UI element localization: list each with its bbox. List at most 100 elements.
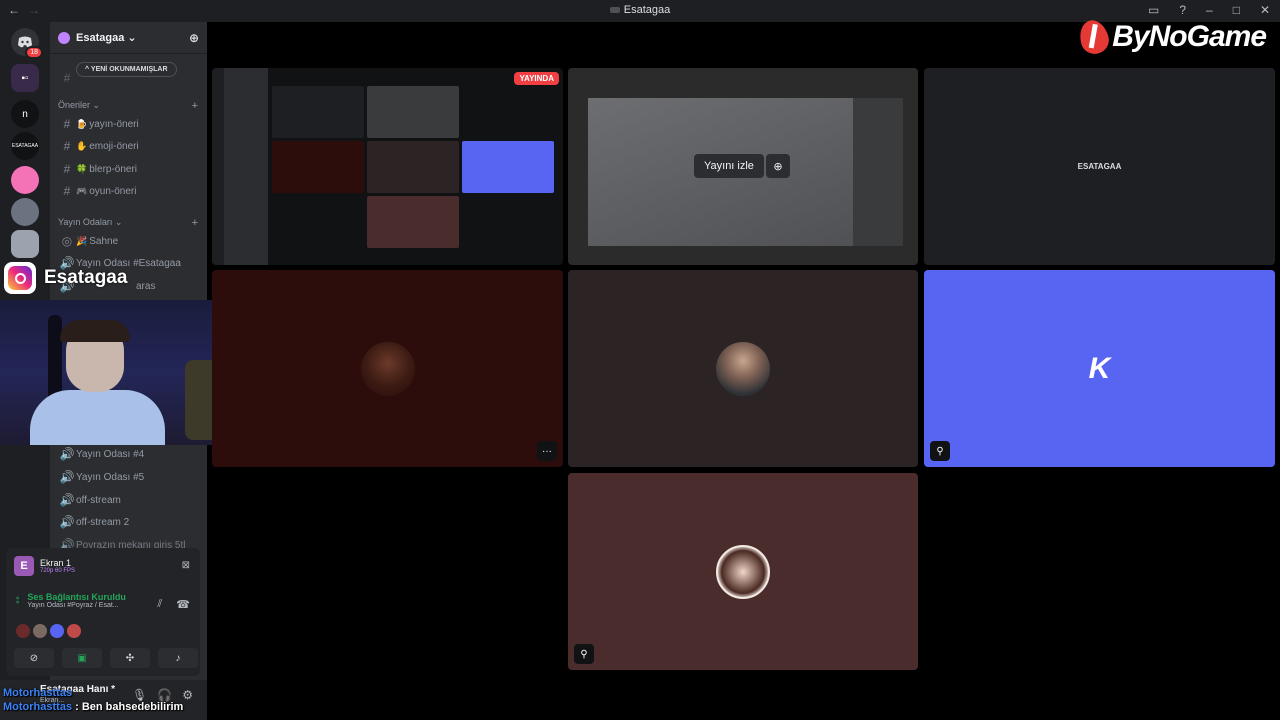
channel-name: aras [136, 280, 156, 292]
add-channel-icon[interactable]: + [192, 217, 198, 229]
avatar[interactable] [16, 624, 30, 638]
soundboard-icon: ♪ [175, 652, 181, 664]
channel-item-blerp-oneri[interactable]: # 🍀 blerp-öneri [58, 159, 200, 179]
stream-tile-game-preview[interactable]: Yayını izle ⊕ [568, 68, 918, 265]
minimize-icon[interactable]: – [1206, 3, 1213, 17]
mini-rail [212, 68, 224, 265]
server-icon-anime[interactable] [11, 166, 39, 194]
avatar [716, 341, 770, 396]
screen-share-button[interactable]: ▣ [62, 648, 102, 668]
connection-status[interactable]: Ses Bağlantısı Kuruldu [27, 592, 126, 602]
streaming-icon: ⚲ [930, 441, 950, 461]
mini-tile [462, 141, 554, 193]
mini-tile [367, 86, 459, 138]
connection-channel[interactable]: Yayın Odası #Poyraz / Esat... [27, 602, 126, 609]
stream-tile-discord-screen[interactable]: YAYINDA [212, 68, 563, 265]
help-icon[interactable]: ? [1179, 3, 1186, 17]
user-tile-esatagaa[interactable]: ESATAGAA [924, 68, 1275, 265]
activities-icon: ✣ [125, 652, 135, 664]
title-bar: ← → Esatagaa ▭ ? – □ ✕ [0, 0, 1280, 22]
channel-name: off-stream [76, 494, 121, 506]
channel-item-yayin-oneri[interactable]: # 🍺 yayın-öneri [58, 114, 200, 134]
voice-buttons: ⊘ ▣ ✣ ♪ [14, 648, 198, 668]
category-label: Öneriler [58, 100, 91, 110]
stage-icon: ◎ [61, 234, 73, 248]
window-title-text: Esatagaa [623, 4, 671, 16]
channel-item-hidden[interactable]: # [58, 68, 200, 88]
watch-together-icon[interactable]: ⊕ [766, 154, 790, 178]
stop-stream-icon[interactable]: ⊠ [182, 560, 190, 571]
screen-avatar: E [14, 556, 34, 576]
hash-icon: # [63, 117, 71, 131]
channel-item-off-stream-2[interactable]: 🔊 off-stream 2 [58, 512, 200, 532]
channel-item-sahne[interactable]: ◎ 🎉 Sahne [58, 231, 200, 251]
speaker-icon: 🔊 [59, 515, 75, 529]
bynogame-wordmark: ByNoGame [1112, 20, 1267, 53]
mini-channel-list [224, 68, 268, 265]
avatar [716, 544, 770, 599]
live-badge: YAYINDA [514, 72, 559, 85]
chat-user: Motorhasttas [3, 701, 73, 713]
camera-off-button[interactable]: ⊘ [14, 648, 54, 668]
channel-emoji: 🎮 [76, 185, 88, 196]
channel-name: oyun-öneri [89, 185, 137, 197]
invite-people-icon[interactable]: ⊕ [189, 31, 199, 45]
avatar[interactable] [33, 624, 47, 638]
channel-name: Sahne [89, 235, 119, 247]
hash-icon: # [63, 162, 71, 176]
hash-icon: # [63, 71, 71, 85]
server-icon-pattern[interactable] [11, 230, 39, 258]
channel-name: off-stream 2 [76, 516, 130, 528]
channel-item-voice-4[interactable]: 🔊 Yayın Odası #4 [58, 444, 200, 464]
user-tile-man[interactable] [568, 270, 918, 467]
noise-suppression-icon[interactable]: ⫽ [157, 598, 162, 611]
voice-participants [16, 624, 81, 638]
chat-text: : Ben bahsedebilirim [72, 701, 184, 713]
channel-item-emoji-oneri[interactable]: # ✋ emoji-öneri [58, 136, 200, 156]
chat-message: Motorhasttas : Ben bahsedebilirim [3, 697, 183, 717]
hash-icon: # [63, 139, 71, 153]
avatar[interactable] [67, 624, 81, 638]
server-n-label: n [22, 108, 28, 120]
voice-connection: ⦂ Ses Bağlantısı Kuruldu Yayın Odası #Po… [16, 592, 126, 609]
soundboard-button[interactable]: ♪ [158, 648, 198, 668]
k-logo-icon: K [1088, 351, 1111, 385]
watch-stream-button[interactable]: Yayını izle [694, 154, 764, 178]
hash-icon: # [63, 184, 71, 198]
disconnect-icon[interactable]: ☎ [176, 598, 190, 611]
screen-share-info: E Ekran 1 720p 60 FPS [14, 556, 75, 576]
category-oneriler[interactable]: Öneriler ⌄ + [58, 100, 198, 112]
activities-button[interactable]: ✣ [110, 648, 150, 668]
server-icon-esatagaa[interactable]: ESATAGAA [11, 132, 39, 160]
channel-item-oyun-oneri[interactable]: # 🎮 oyun-öneri [58, 181, 200, 201]
bynogame-logo: ByNoGame [1076, 16, 1267, 58]
channel-emoji: ✋ [76, 140, 88, 151]
more-options-icon[interactable]: ··· [537, 441, 557, 461]
server-header[interactable]: Esatagaa ⌄ ⊕ [50, 22, 207, 54]
category-label: Yayın Odaları [58, 217, 113, 227]
stream-chat-overlay: Motorhasttas Motorhasttas : Ben bahsedeb… [3, 683, 183, 717]
avatar[interactable] [50, 624, 64, 638]
voice-panel: E Ekran 1 720p 60 FPS ⊠ ⦂ Ses Bağlantısı… [6, 548, 200, 676]
signal-icon: ⦂ [16, 594, 20, 606]
user-tile-red[interactable]: ··· [212, 270, 563, 467]
inbox-icon[interactable]: ▭ [1148, 3, 1159, 17]
user-tile-anime[interactable]: ⚲ [568, 473, 918, 670]
gear-icon[interactable]: ⚙ [182, 688, 193, 702]
connection-actions: ⫽ ☎ [157, 598, 190, 611]
channel-emoji: 🍀 [76, 163, 88, 174]
add-channel-icon[interactable]: + [192, 100, 198, 112]
server-icon-n[interactable]: n [11, 100, 39, 128]
chevron-down-icon: ⌄ [127, 32, 137, 44]
category-yayin-odalari[interactable]: Yayın Odaları ⌄ + [58, 217, 198, 229]
maximize-icon[interactable]: □ [1233, 3, 1240, 17]
channel-emoji: 🍺 [76, 118, 88, 129]
channel-item-off-stream[interactable]: 🔊 off-stream [58, 490, 200, 510]
server-icon-folder[interactable]: ▪▫ [11, 64, 39, 92]
user-tile-k[interactable]: K ⚲ [924, 270, 1275, 467]
discord-home-icon[interactable]: 18 [11, 28, 43, 59]
channel-name: Yayın Odası #5 [76, 471, 145, 483]
channel-item-voice-5[interactable]: 🔊 Yayın Odası #5 [58, 467, 200, 487]
close-icon[interactable]: ✕ [1260, 3, 1270, 17]
server-icon-grey[interactable] [11, 198, 39, 226]
